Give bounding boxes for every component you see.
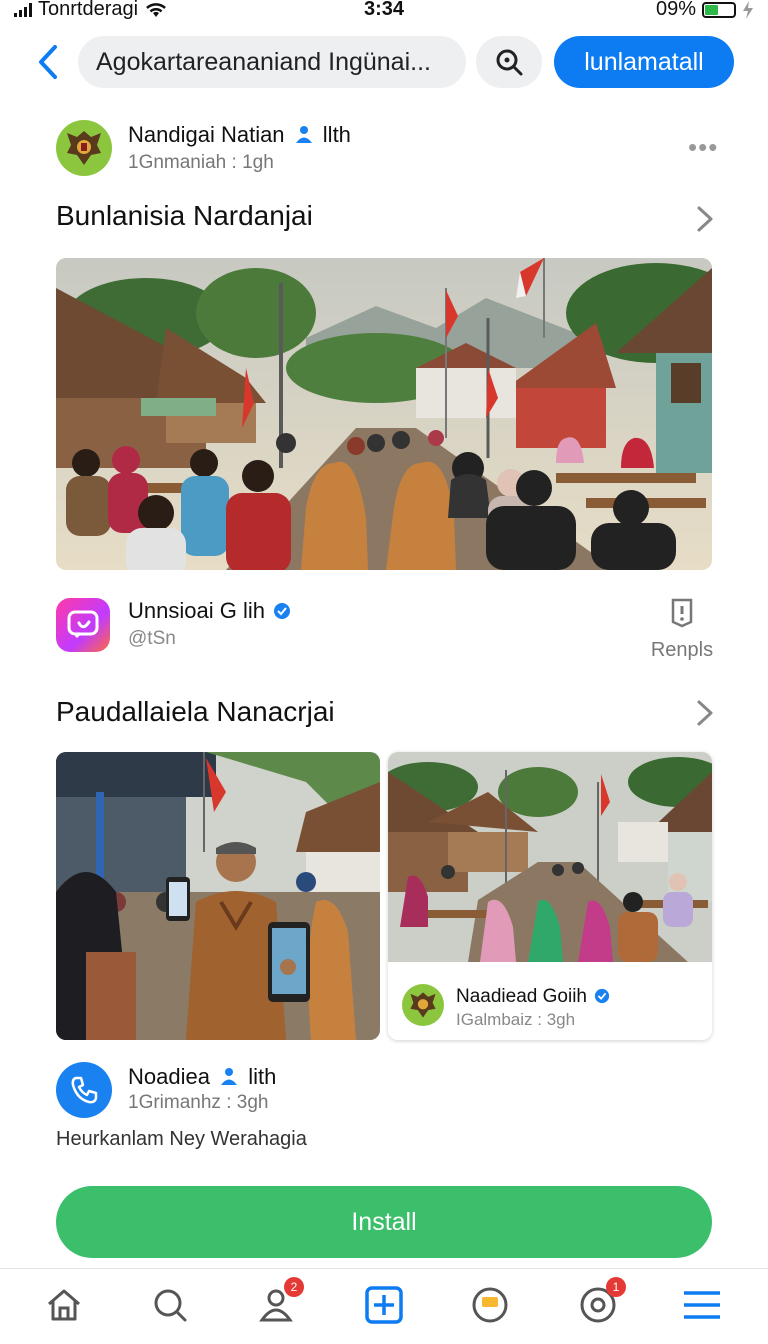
search-field[interactable]: Agokartareananiand Ingünai... xyxy=(78,36,466,88)
photo-selfie[interactable] xyxy=(56,752,380,1040)
tab-menu[interactable] xyxy=(680,1283,724,1327)
app-name: Unnsioai G lih xyxy=(128,598,265,623)
media-card[interactable]: Naadiead Goiih IGalmbaiz : 3gh xyxy=(388,752,712,1040)
search-icon xyxy=(154,1289,187,1322)
card-name-line: Naadiead Goiih xyxy=(456,986,610,1008)
verified-badge-icon xyxy=(595,988,610,1004)
report-button[interactable]: Renpls xyxy=(646,598,718,662)
battery-icon xyxy=(702,1,736,18)
bottom-tab-bar: 2 1 xyxy=(0,1268,768,1344)
tab-home[interactable] xyxy=(42,1283,86,1327)
author-subtitle: 1Gnmaniah : 1gh xyxy=(128,152,274,173)
report-label: Renpls xyxy=(650,639,714,661)
tab-record[interactable]: 1 xyxy=(576,1277,626,1327)
market-street-image xyxy=(388,752,712,962)
status-right: 09% xyxy=(656,0,754,21)
village-street-image xyxy=(56,258,712,570)
primary-action-button[interactable]: lunlamatall xyxy=(554,36,734,88)
contact-name: Noadiea xyxy=(128,1064,210,1089)
contact-suffix: lith xyxy=(248,1064,277,1089)
status-bar: Tonrtderagi 3:34 09% xyxy=(0,0,768,22)
garuda-emblem-icon xyxy=(67,131,101,165)
verified-person-icon xyxy=(295,126,312,143)
chevron-right-icon[interactable] xyxy=(694,204,716,234)
add-icon xyxy=(365,1286,403,1324)
card-name: Naadiead Goiih xyxy=(456,986,587,1007)
install-button[interactable]: Install xyxy=(56,1186,712,1258)
app-icon[interactable] xyxy=(56,598,110,652)
search-icon xyxy=(496,49,523,76)
phone-icon xyxy=(71,1076,98,1104)
notification-badge: 1 xyxy=(606,1277,626,1297)
message-heart-icon xyxy=(67,610,99,639)
author-suffix: llth xyxy=(322,122,351,147)
card-caption: Naadiead Goiih IGalmbaiz : 3gh xyxy=(388,962,712,1040)
tab-add[interactable] xyxy=(362,1283,406,1327)
app-name-line[interactable]: Unnsioai G lih xyxy=(128,598,291,624)
charging-icon xyxy=(743,0,753,19)
section-title-2: Paudallaiela Nanacrjai xyxy=(56,696,335,727)
chevron-right-icon[interactable] xyxy=(694,698,716,728)
contact-description: Heurkanlam Ney Werahagia xyxy=(56,1128,307,1150)
verified-person-icon xyxy=(221,1068,238,1085)
notification-badge: 2 xyxy=(284,1277,304,1297)
battery-fill xyxy=(705,4,718,15)
more-options-icon[interactable]: ••• xyxy=(688,132,718,163)
verified-badge-icon xyxy=(274,603,291,619)
menu-icon xyxy=(684,1291,720,1319)
section-title-1: Bunlanisia Nardanjai xyxy=(56,200,313,231)
back-button[interactable] xyxy=(30,40,66,84)
search-button[interactable] xyxy=(476,36,542,88)
battery-percent: 09% xyxy=(655,0,696,20)
app-handle: @tSn xyxy=(128,628,176,649)
selfie-scene-image xyxy=(56,752,380,1040)
author-avatar[interactable] xyxy=(56,120,112,176)
hero-photo[interactable] xyxy=(56,258,712,570)
card-subtitle: IGalmbaiz : 3gh xyxy=(456,1010,576,1029)
author-name: Nandigai Natian xyxy=(128,122,285,147)
report-flag-icon xyxy=(671,598,693,628)
tab-wallet[interactable] xyxy=(468,1283,512,1327)
tab-search[interactable] xyxy=(148,1283,192,1327)
wallet-icon xyxy=(472,1287,508,1323)
garuda-emblem-icon xyxy=(410,992,436,1018)
status-time: 3:34 xyxy=(363,0,405,20)
author-name-line[interactable]: Nandigai Natian llth xyxy=(128,122,351,148)
home-icon xyxy=(48,1289,80,1321)
contact-name-line[interactable]: Noadiea lith xyxy=(128,1064,276,1090)
chevron-left-icon xyxy=(39,45,57,79)
phone-avatar[interactable] xyxy=(56,1062,112,1118)
tab-people[interactable]: 2 xyxy=(254,1277,304,1327)
card-avatar[interactable] xyxy=(402,984,444,1026)
contact-subtitle: 1Grimanhz : 3gh xyxy=(128,1092,269,1113)
